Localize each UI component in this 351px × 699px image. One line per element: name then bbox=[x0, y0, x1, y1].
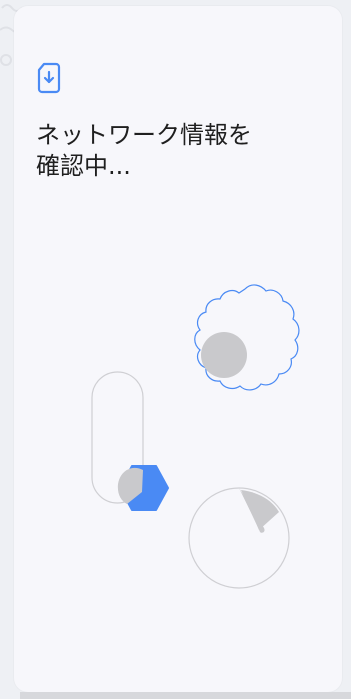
gray-circle-shape bbox=[201, 332, 247, 378]
loading-illustration bbox=[91, 284, 300, 589]
outline-circle-shape bbox=[188, 487, 290, 589]
bottom-bar bbox=[20, 692, 351, 699]
loading-card: ネットワーク情報を 確認中... bbox=[14, 6, 342, 692]
